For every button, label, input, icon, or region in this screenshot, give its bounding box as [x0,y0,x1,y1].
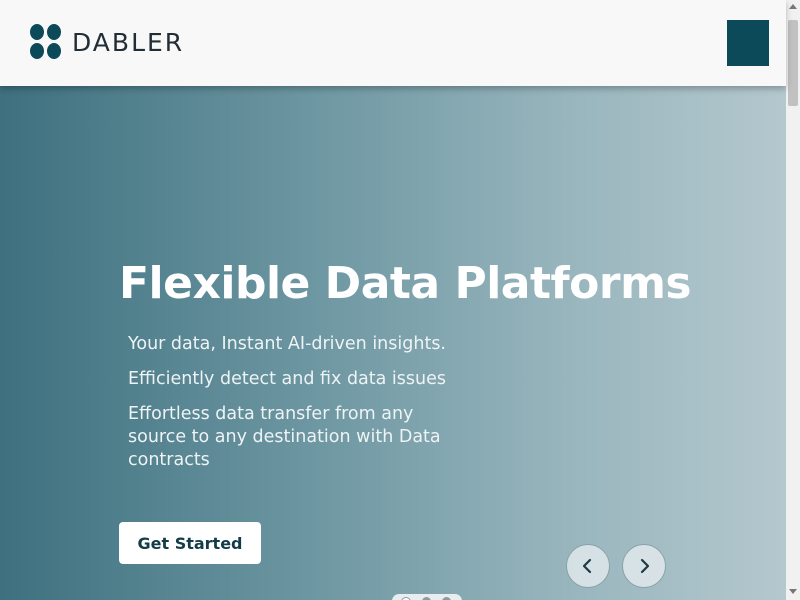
scroll-down-icon[interactable] [789,589,797,594]
scroll-up-icon[interactable] [789,4,797,9]
page-scrollbar[interactable] [786,0,800,600]
carousel-indicators [392,594,462,600]
hero-line-3: Effortless data transfer from any source… [128,404,441,470]
site-header: DABLER [0,0,786,86]
scrollbar-thumb[interactable] [788,20,798,106]
menu-button[interactable] [727,20,769,66]
carousel-next-button[interactable] [622,544,666,588]
hero-title: Flexible Data Platforms [119,258,692,309]
hero-line-1: Your data, Instant AI-driven insights. [128,334,446,354]
logo-mark-icon [30,24,62,60]
carousel-prev-button[interactable] [566,544,610,588]
logo-text: DABLER [72,27,185,57]
logo[interactable]: DABLER [30,24,184,60]
get-started-button[interactable]: Get Started [119,522,261,564]
hero-line-2: Efficiently detect and fix data issues [128,369,446,389]
hero-section: Flexible Data Platforms Your data, Insta… [0,86,786,600]
chevron-left-icon [582,558,592,574]
chevron-right-icon [640,558,650,574]
